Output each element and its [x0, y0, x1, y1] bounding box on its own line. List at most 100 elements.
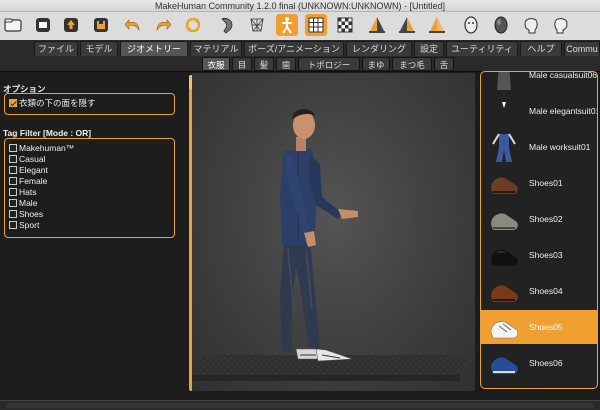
tag-checkbox-male[interactable]: Male	[9, 198, 37, 209]
shoe-blue-thumb	[491, 357, 518, 374]
head-right-icon[interactable]	[550, 14, 572, 36]
subtab-teeth[interactable]: 歯	[276, 57, 296, 71]
tag-label: Elegant	[19, 165, 48, 175]
shoe-grey-thumb	[491, 213, 518, 230]
egg-icon[interactable]	[490, 14, 512, 36]
tag-checkbox-shoes[interactable]: Shoes	[9, 209, 43, 220]
tab-material[interactable]: マテリアル	[190, 41, 242, 56]
list-item-shoes01[interactable]: Shoes01	[481, 166, 597, 200]
checkbox-icon[interactable]	[9, 210, 17, 218]
shoe-black-thumb	[491, 249, 518, 266]
tag-label: Female	[19, 176, 48, 186]
tab-help[interactable]: ヘルプ	[520, 41, 562, 56]
checkbox-checked-icon[interactable]	[9, 99, 17, 107]
checkbox-icon[interactable]	[9, 155, 17, 163]
sub-tab-bar: 衣服 目 髪 歯 トポロジー まゆ まつ毛 舌	[0, 56, 600, 72]
save-icon[interactable]	[90, 14, 112, 36]
folder-icon[interactable]	[2, 14, 24, 36]
item-label: Shoes03	[529, 250, 563, 260]
tag-label: Shoes	[19, 209, 44, 219]
list-item-male-casualsuit06[interactable]: Male casualsuit06	[481, 71, 598, 92]
tag-label: Makehuman™	[19, 143, 75, 153]
tag-checkbox-hats[interactable]: Hats	[9, 187, 36, 198]
side-view-icon[interactable]	[396, 14, 418, 36]
grid-icon[interactable]	[305, 14, 327, 36]
window-title: MakeHuman Community 1.2.0 final (UNKNOWN…	[154, 1, 446, 11]
shoe-white-thumb	[490, 321, 519, 339]
list-item-shoes06[interactable]: Shoes06	[481, 346, 597, 380]
tag-checkbox-makehuman[interactable]: Makehuman™	[9, 143, 74, 154]
list-item-shoes02[interactable]: Shoes02	[481, 202, 597, 236]
item-label: Male casualsuit06	[529, 71, 598, 80]
tab-settings[interactable]: 設定	[414, 41, 444, 56]
checkbox-icon[interactable]	[9, 144, 17, 152]
3d-viewport[interactable]	[192, 73, 475, 391]
status-bar	[0, 400, 600, 410]
tab-utilities[interactable]: ユーティリティ	[446, 41, 518, 56]
tab-model[interactable]: モデル	[80, 41, 118, 56]
subtab-eyes[interactable]: 目	[232, 57, 252, 71]
face-mask-icon[interactable]	[460, 14, 482, 36]
list-item-shoes05[interactable]: Shoes05	[481, 310, 597, 344]
suit-thumb	[497, 72, 511, 90]
tab-rendering[interactable]: レンダリング	[346, 41, 412, 56]
clothes-list[interactable]: Male casualsuit06 Male elegantsuit01 Mal…	[480, 71, 598, 389]
item-label: Shoes02	[529, 214, 563, 224]
subtab-eyelashes[interactable]: まつ毛	[392, 57, 432, 71]
suit-thumb	[497, 102, 511, 126]
checkbox-icon[interactable]	[9, 166, 17, 174]
worksuit-thumb	[492, 133, 516, 162]
item-label: Male elegantsuit01	[529, 106, 598, 116]
subtab-topology[interactable]: トポロジー	[298, 57, 360, 71]
tab-geometry[interactable]: ジオメトリー	[120, 41, 188, 56]
hide-faces-label: 衣類の下の面を隠す	[19, 98, 96, 108]
tag-checkbox-casual[interactable]: Casual	[9, 154, 45, 165]
options-group: 衣類の下の面を隠す	[4, 93, 175, 115]
tab-file[interactable]: ファイル	[34, 41, 78, 56]
item-label: Shoes04	[529, 286, 563, 296]
list-item-male-worksuit01[interactable]: Male worksuit01	[481, 130, 597, 164]
hide-faces-checkbox[interactable]: 衣類の下の面を隠す	[9, 98, 96, 109]
item-label: Male worksuit01	[529, 142, 591, 152]
tag-label: Sport	[19, 220, 40, 230]
subtab-tongue[interactable]: 舌	[434, 57, 454, 71]
subtab-eyebrows[interactable]: まゆ	[362, 57, 390, 71]
tag-label: Casual	[19, 154, 46, 164]
item-label: Shoes05	[529, 322, 563, 332]
checkbox-icon[interactable]	[9, 177, 17, 185]
tab-pose-animation[interactable]: ポーズ/アニメーション	[244, 41, 344, 56]
human-model	[192, 108, 470, 381]
checkbox-icon[interactable]	[9, 188, 17, 196]
subtab-hair[interactable]: 髪	[254, 57, 274, 71]
progress-strip	[6, 403, 594, 408]
undo-icon[interactable]	[122, 14, 144, 36]
load-icon[interactable]	[60, 14, 82, 36]
tag-filter-group: Makehuman™ Casual Elegant Female Hats Ma…	[4, 138, 175, 238]
smooth-icon[interactable]	[216, 14, 238, 36]
subtab-clothes[interactable]: 衣服	[202, 57, 230, 71]
list-item-shoes03[interactable]: Shoes03	[481, 238, 597, 272]
item-label: Shoes06	[529, 358, 563, 368]
head-left-icon[interactable]	[520, 14, 542, 36]
wireframe-icon[interactable]	[246, 14, 268, 36]
checkbox-icon[interactable]	[9, 221, 17, 229]
right-panel: Male casualsuit06 Male elegantsuit01 Mal…	[478, 71, 600, 391]
title-bar: MakeHuman Community 1.2.0 final (UNKNOWN…	[0, 0, 600, 12]
new-file-icon[interactable]	[32, 14, 54, 36]
reset-icon[interactable]	[182, 14, 204, 36]
list-item-shoes04[interactable]: Shoes04	[481, 274, 597, 308]
tag-checkbox-elegant[interactable]: Elegant	[9, 165, 48, 176]
pose-icon[interactable]	[276, 14, 298, 36]
checkbox-icon[interactable]	[9, 199, 17, 207]
back-view-icon[interactable]	[426, 14, 448, 36]
tab-community[interactable]: Commu	[564, 41, 600, 56]
list-item-male-elegantsuit01[interactable]: Male elegantsuit01	[481, 94, 598, 128]
redo-icon[interactable]	[152, 14, 174, 36]
tag-checkbox-sport[interactable]: Sport	[9, 220, 39, 231]
front-view-icon[interactable]	[366, 14, 388, 36]
tag-label: Hats	[19, 187, 37, 197]
shoe-brown-thumb	[491, 177, 518, 194]
tag-checkbox-female[interactable]: Female	[9, 176, 47, 187]
checker-icon[interactable]	[334, 14, 356, 36]
toolbar	[0, 12, 600, 40]
